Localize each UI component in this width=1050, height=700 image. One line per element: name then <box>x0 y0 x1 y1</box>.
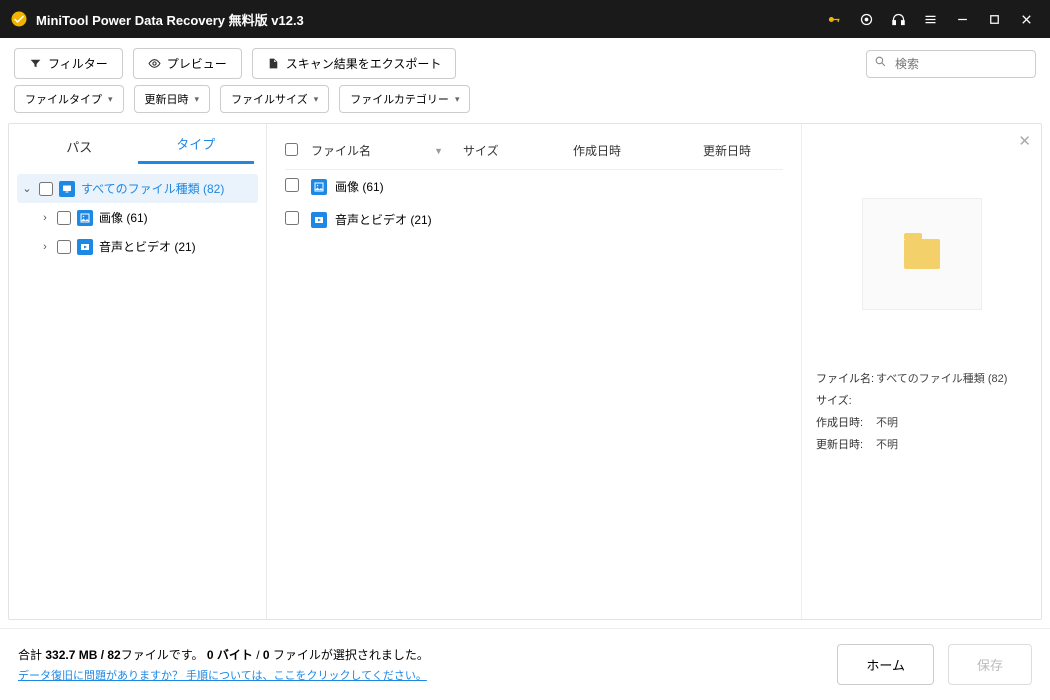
disc-icon[interactable] <box>850 3 882 35</box>
meta-created-label: 作成日時: <box>816 414 876 430</box>
tab-path[interactable]: パス <box>21 127 138 164</box>
meta-created-value: 不明 <box>876 414 898 430</box>
meta-modified-value: 不明 <box>876 436 898 452</box>
tree-label: 画像 (61) <box>99 209 148 226</box>
tree-label: すべてのファイル種類 (82) <box>81 180 224 197</box>
filter-row: ファイルタイプ▾ 更新日時▾ ファイルサイズ▾ ファイルカテゴリー▾ <box>0 85 1050 123</box>
tree: ⌄ すべてのファイル種類 (82) › 画像 (61) › 音声とビデオ (21… <box>9 164 266 271</box>
row-label: 画像 (61) <box>335 178 384 195</box>
video-icon <box>77 239 93 255</box>
filter-button[interactable]: フィルター <box>14 48 123 79</box>
meta-size-label: サイズ: <box>816 392 876 408</box>
maximize-button[interactable] <box>978 3 1010 35</box>
chevron-down-icon: ▾ <box>455 94 460 105</box>
home-button[interactable]: ホーム <box>837 644 934 685</box>
meta-filename-value: すべてのファイル種類 (82) <box>876 370 1007 386</box>
chevron-down-icon[interactable]: ⌄ <box>21 182 33 195</box>
folder-icon <box>904 239 940 269</box>
preview-panel: ✕ ファイル名:すべてのファイル種類 (82) サイズ: 作成日時:不明 更新日… <box>801 124 1041 619</box>
chevron-down-icon: ▾ <box>195 94 200 105</box>
video-icon <box>311 212 327 228</box>
meta-modified-label: 更新日時: <box>816 436 876 452</box>
app-logo-icon <box>10 10 28 28</box>
eye-icon <box>148 57 161 70</box>
export-button[interactable]: スキャン結果をエクスポート <box>252 48 457 79</box>
tree-checkbox[interactable] <box>39 182 53 196</box>
help-link[interactable]: データ復旧に問題がありますか？ 手順については、ここをクリックしてください。 <box>18 667 429 683</box>
headset-icon[interactable] <box>882 3 914 35</box>
chip-category[interactable]: ファイルカテゴリー▾ <box>339 85 470 113</box>
menu-icon[interactable] <box>914 3 946 35</box>
list-header: ファイル名▼ サイズ 作成日時 更新日時 <box>285 136 783 170</box>
tree-item-images[interactable]: › 画像 (61) <box>17 203 258 232</box>
chip-modified[interactable]: 更新日時▾ <box>134 85 211 113</box>
preview-label: プレビュー <box>167 55 227 72</box>
upgrade-key-icon[interactable] <box>818 3 850 35</box>
preview-button[interactable]: プレビュー <box>133 48 242 79</box>
tab-type[interactable]: タイプ <box>138 124 255 164</box>
chevron-right-icon[interactable]: › <box>39 241 51 253</box>
close-icon[interactable]: ✕ <box>1018 132 1031 150</box>
export-label: スキャン結果をエクスポート <box>286 55 442 72</box>
meta-filename-label: ファイル名: <box>816 370 876 386</box>
list-row-images[interactable]: 画像 (61) <box>285 170 783 203</box>
monitor-icon <box>59 181 75 197</box>
search-icon <box>874 55 887 73</box>
close-button[interactable] <box>1010 3 1042 35</box>
image-icon <box>311 179 327 195</box>
preview-thumbnail <box>862 198 982 310</box>
chevron-right-icon[interactable]: › <box>39 212 51 224</box>
search-input[interactable] <box>866 50 1036 78</box>
toolbar: フィルター プレビュー スキャン結果をエクスポート <box>0 38 1050 85</box>
row-checkbox[interactable] <box>285 178 299 192</box>
tree-item-all[interactable]: ⌄ すべてのファイル種類 (82) <box>17 174 258 203</box>
minimize-button[interactable] <box>946 3 978 35</box>
column-created[interactable]: 作成日時 <box>573 142 703 159</box>
row-label: 音声とビデオ (21) <box>335 211 432 228</box>
tree-checkbox[interactable] <box>57 211 71 225</box>
select-all-checkbox[interactable] <box>285 143 298 156</box>
sort-desc-icon: ▼ <box>434 146 443 156</box>
footer: 合計 332.7 MB / 82ファイルです。 0 バイト / 0 ファイルが選… <box>0 628 1050 700</box>
list-row-audio-video[interactable]: 音声とビデオ (21) <box>285 203 783 236</box>
image-icon <box>77 210 93 226</box>
content: ファイル名▼ サイズ 作成日時 更新日時 画像 (61) 音声とビデオ (21) <box>267 124 1041 619</box>
tree-label: 音声とビデオ (21) <box>99 238 196 255</box>
chip-file-type[interactable]: ファイルタイプ▾ <box>14 85 124 113</box>
chevron-down-icon: ▾ <box>314 94 319 105</box>
export-icon <box>267 57 280 70</box>
column-name[interactable]: ファイル名▼ <box>311 142 463 159</box>
search-wrap <box>866 50 1036 78</box>
app-title: MiniTool Power Data Recovery 無料版 v12.3 <box>36 10 818 29</box>
filter-label: フィルター <box>48 55 108 72</box>
column-size[interactable]: サイズ <box>463 142 573 159</box>
sidebar-tabs: パス タイプ <box>9 124 266 164</box>
column-modified[interactable]: 更新日時 <box>703 142 783 159</box>
chevron-down-icon: ▾ <box>108 94 113 105</box>
titlebar: MiniTool Power Data Recovery 無料版 v12.3 <box>0 0 1050 38</box>
footer-summary: 合計 332.7 MB / 82ファイルです。 0 バイト / 0 ファイルが選… <box>18 646 429 663</box>
tree-checkbox[interactable] <box>57 240 71 254</box>
tree-item-audio-video[interactable]: › 音声とビデオ (21) <box>17 232 258 261</box>
row-checkbox[interactable] <box>285 211 299 225</box>
save-button[interactable]: 保存 <box>948 644 1032 685</box>
sidebar: パス タイプ ⌄ すべてのファイル種類 (82) › 画像 (61) › 音声と… <box>9 124 267 619</box>
main: パス タイプ ⌄ すべてのファイル種類 (82) › 画像 (61) › 音声と… <box>8 123 1042 620</box>
file-list: ファイル名▼ サイズ 作成日時 更新日時 画像 (61) 音声とビデオ (21) <box>267 124 801 619</box>
footer-info: 合計 332.7 MB / 82ファイルです。 0 バイト / 0 ファイルが選… <box>18 646 429 683</box>
chip-file-size[interactable]: ファイルサイズ▾ <box>220 85 329 113</box>
funnel-icon <box>29 57 42 70</box>
